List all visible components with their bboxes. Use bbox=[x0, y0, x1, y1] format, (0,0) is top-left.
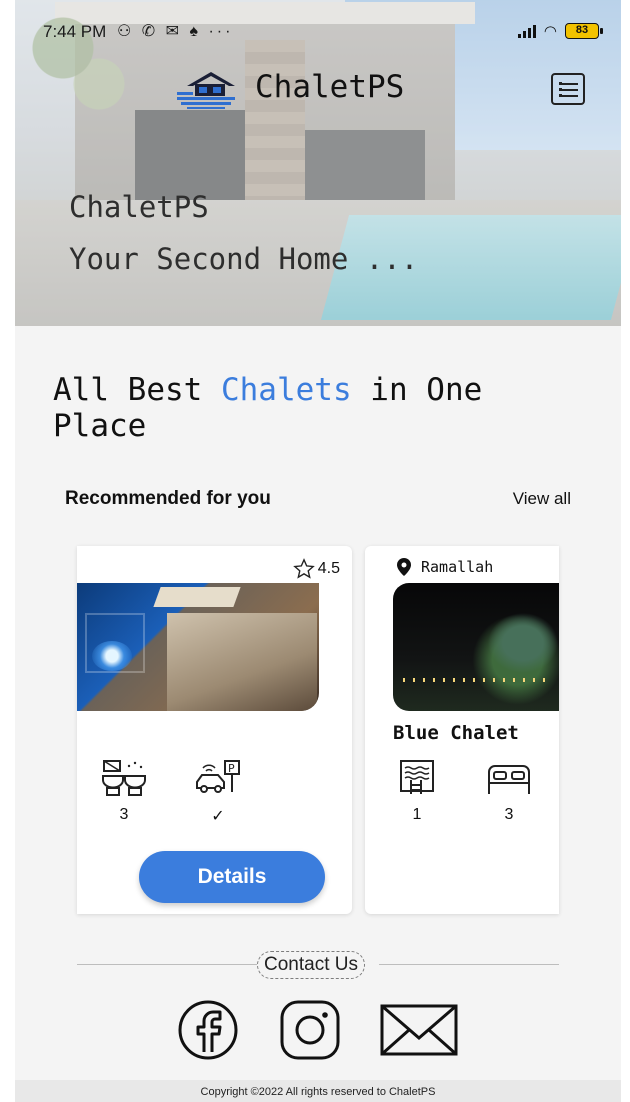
pool-icon bbox=[400, 760, 434, 794]
chalet-photo[interactable] bbox=[77, 583, 319, 711]
battery-icon: 83 bbox=[565, 23, 603, 39]
pool-count: 1 bbox=[412, 806, 422, 823]
location: Ramallah bbox=[397, 558, 493, 576]
pool-feature: 1 bbox=[395, 758, 439, 824]
instagram-icon[interactable] bbox=[277, 1000, 343, 1060]
headline-part1: All Best bbox=[53, 372, 221, 408]
divider-right bbox=[379, 964, 559, 965]
signal-icon bbox=[517, 24, 536, 38]
chalet-card[interactable]: 4.5 3 P ✓ Details bbox=[77, 546, 352, 914]
bed-count: 3 bbox=[504, 806, 514, 823]
chalet-card[interactable]: Ramallah Blue Chalet 1 3 bbox=[365, 546, 559, 914]
star-icon bbox=[292, 558, 315, 579]
location-label: Ramallah bbox=[421, 558, 494, 576]
wifi-icon: ◠ bbox=[543, 23, 557, 40]
bathroom-icon bbox=[102, 760, 146, 796]
svg-text:P: P bbox=[228, 762, 235, 775]
notification-icons: ⚇ ✆ ✉ ♠ ··· bbox=[117, 23, 234, 40]
hero-banner: 7:44 PM ⚇ ✆ ✉ ♠ ··· ◠ 83 ChaletPS Chalet… bbox=[15, 0, 621, 326]
location-pin-icon bbox=[397, 558, 411, 576]
parking-availability: ✓ bbox=[211, 808, 225, 825]
house-logo-icon bbox=[177, 72, 235, 109]
app-screen: 7:44 PM ⚇ ✆ ✉ ♠ ··· ◠ 83 ChaletPS Chalet… bbox=[15, 0, 621, 1102]
chalet-name: Blue Chalet bbox=[393, 722, 519, 744]
bed-icon bbox=[488, 765, 530, 794]
email-icon[interactable] bbox=[379, 1000, 459, 1060]
divider-left bbox=[77, 964, 257, 965]
details-button[interactable]: Details bbox=[139, 851, 325, 903]
parking-icon: P bbox=[196, 760, 240, 793]
rating-value: 4.5 bbox=[317, 560, 340, 577]
status-bar: 7:44 PM ⚇ ✆ ✉ ♠ ··· ◠ 83 bbox=[15, 20, 621, 48]
app-title: ChaletPS bbox=[255, 69, 405, 105]
chalet-photo[interactable] bbox=[393, 583, 559, 711]
headline-accent: Chalets bbox=[220, 372, 352, 408]
parking-feature: P ✓ bbox=[193, 758, 243, 826]
hero-title: ChaletPS bbox=[69, 190, 209, 224]
status-indicators: ◠ 83 bbox=[517, 22, 603, 40]
recommended-title: Recommended for you bbox=[65, 488, 271, 509]
facebook-icon[interactable] bbox=[175, 1000, 241, 1060]
bed-feature: 3 bbox=[485, 758, 533, 824]
bathroom-count: 3 bbox=[119, 806, 129, 823]
status-time: 7:44 PM bbox=[43, 22, 107, 41]
menu-button[interactable] bbox=[551, 73, 585, 105]
contact-us-label: Contact Us bbox=[257, 951, 365, 979]
bathroom-feature: 3 bbox=[101, 758, 147, 824]
page-headline: All Best Chalets in One Place bbox=[53, 372, 593, 444]
rating: 4.5 bbox=[292, 558, 340, 580]
copyright-text: Copyright ©2022 All rights reserved to C… bbox=[15, 1080, 621, 1102]
recommended-header: Recommended for you View all bbox=[65, 488, 585, 512]
hero-subtitle: Your Second Home ... bbox=[69, 242, 419, 276]
view-all-link[interactable]: View all bbox=[513, 489, 571, 509]
app-header: ChaletPS bbox=[15, 62, 621, 118]
